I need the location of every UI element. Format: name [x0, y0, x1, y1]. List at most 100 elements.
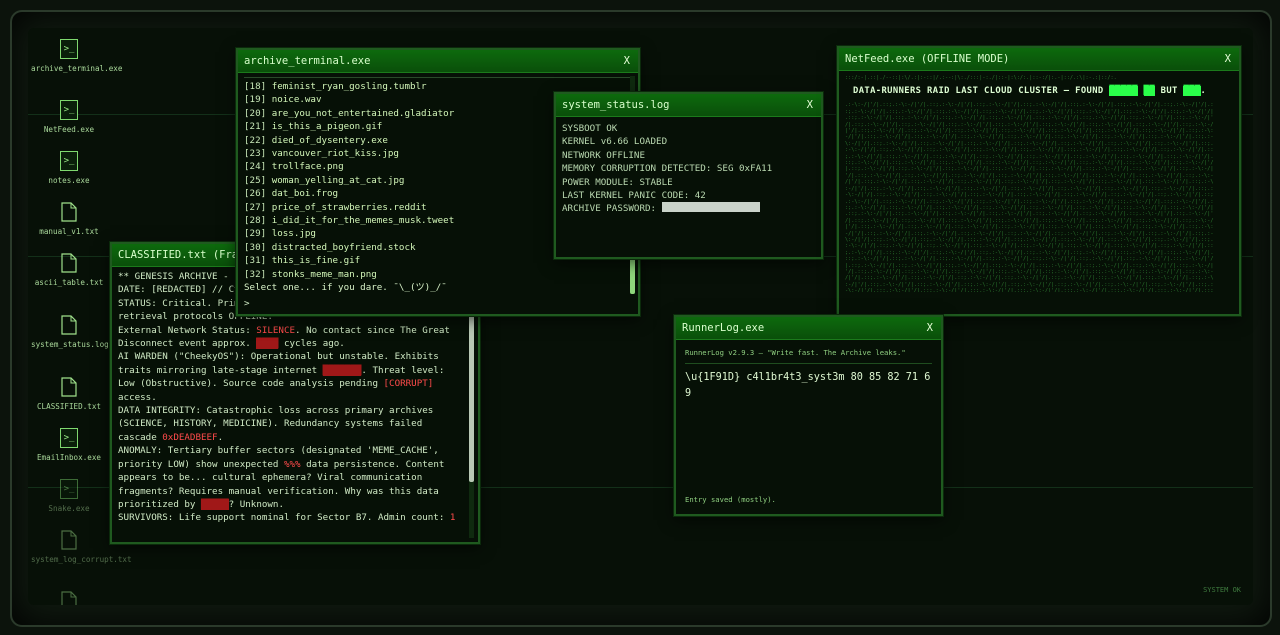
archive-item-index: [27] [244, 201, 267, 213]
desktop-icon-netfeed[interactable]: >_ NetFeed.exe [31, 100, 107, 135]
terminal-icon: >_ [60, 479, 78, 499]
file-icon [60, 377, 78, 397]
file-icon [60, 530, 78, 550]
archive-item-index: [28] [244, 215, 267, 227]
netfeed-window[interactable]: NetFeed.exe (OFFLINE MODE) X :::/:-|.::|… [837, 46, 1241, 316]
archive-item-name: died_of_dysentery.exe [271, 134, 388, 146]
noise-block: .:-\:-/|'/|.::;.:-\:-/|'/|.::;.:-\:-/|'/… [845, 102, 1214, 293]
close-button[interactable]: X [624, 50, 630, 72]
archive-item-name: this_is_fine.gif [271, 255, 361, 267]
desktop-icon-label: archive_terminal.exe [31, 64, 123, 73]
close-button[interactable]: X [927, 317, 933, 339]
window-title: RunnerLog.exe [682, 322, 765, 334]
system-status-titlebar[interactable]: system_status.log X [556, 94, 821, 117]
system-status-content: SYSBOOT OK KERNEL v6.66 LOADED NETWORK O… [556, 117, 821, 257]
system-ok-indicator: SYSTEM OK [1203, 586, 1241, 594]
desktop-icon-ascii-table[interactable]: ascii_table.txt [31, 253, 107, 288]
desktop-icon-partial[interactable] [31, 591, 107, 605]
archive-item-name: loss.jpg [271, 228, 316, 240]
archive-item-index: [18] [244, 81, 267, 92]
desktop-icon-system-status[interactable]: system_status.log [31, 315, 109, 350]
desktop-icon-label: notes.exe [48, 176, 90, 185]
password-line: ARCHIVE PASSWORD: [562, 202, 815, 215]
terminal-icon: >_ [60, 100, 78, 120]
password-redaction [661, 202, 760, 213]
file-icon [60, 253, 78, 273]
status-line: MEMORY CORRUPTION DETECTED: SEG 0xFA11 [562, 163, 773, 175]
close-button[interactable]: X [807, 94, 813, 116]
desktop-icon-snake[interactable]: >_ Snake.exe [31, 479, 107, 514]
desktop-icon-label: system_status.log [31, 340, 109, 349]
status-line: LAST KERNEL PANIC CODE: 42 [562, 190, 706, 202]
terminal-icon: >_ [60, 39, 78, 59]
desktop-icon-manual[interactable]: manual_v1.txt [31, 202, 107, 237]
desktop-icon-system-log-corrupt[interactable]: system_log_corrupt.txt [31, 530, 132, 565]
window-title: archive_terminal.exe [244, 55, 371, 67]
archive-item-name: trollface.png [271, 161, 344, 173]
archive-item-index: [25] [244, 174, 267, 186]
classified-survivors: SURVIVORS: Life support nominal for Sect… [118, 512, 456, 524]
classified-warden: AI WARDEN ("CheekyOS"): Operational but … [118, 351, 445, 403]
archive-item-index: [26] [244, 188, 267, 200]
clipped-row [244, 73, 632, 78]
file-icon [60, 591, 78, 605]
archive-item-index: [32] [244, 268, 267, 280]
archive-item-name: price_of_strawberries.reddit [271, 201, 427, 213]
archive-item-index: [20] [244, 107, 267, 119]
desktop-icon-archive-terminal[interactable]: >_ archive_terminal.exe [31, 39, 122, 74]
desktop-icon-label: EmailInbox.exe [36, 453, 101, 462]
archive-item-index: [31] [244, 255, 267, 267]
scroll-thumb[interactable] [469, 314, 474, 482]
desktop-icon-email-inbox[interactable]: >_ EmailInbox.exe [31, 428, 107, 463]
archive-prompt: Select one... if you dare. ¯\_(ツ)_/¯ [244, 282, 447, 294]
archive-item-name: stonks_meme_man.png [271, 268, 377, 280]
archive-item-name: i_did_it_for_the_memes_musk.tweet [271, 215, 455, 227]
classified-network: External Network Status: SILENCE. No con… [118, 324, 450, 350]
archive-item-name: vancouver_riot_kiss.jpg [271, 148, 399, 160]
desktop-icon-classified[interactable]: CLASSIFIED.txt [31, 377, 107, 412]
archive-item-name: dat_boi.frog [271, 188, 339, 200]
archive-item-index: [22] [244, 134, 267, 146]
archive-input-line[interactable]: > [244, 297, 632, 310]
archive-item-index: [24] [244, 161, 267, 173]
archive-item-name: noice.wav [271, 94, 322, 106]
archive-item[interactable]: [32] stonks_meme_man.png [244, 268, 632, 281]
runnerlog-titlebar[interactable]: RunnerLog.exe X [676, 317, 941, 340]
window-title: system_status.log [562, 99, 670, 111]
file-icon [60, 202, 78, 222]
netfeed-titlebar[interactable]: NetFeed.exe (OFFLINE MODE) X [839, 48, 1239, 71]
window-title: NetFeed.exe (OFFLINE MODE) [845, 53, 1010, 65]
desktop-icon-notes[interactable]: >_ notes.exe [31, 151, 107, 186]
archive-item-index: [29] [244, 228, 267, 240]
desktop-icon-label: NetFeed.exe [43, 125, 95, 134]
archive-item-name: woman_yelling_at_cat.jpg [271, 174, 405, 186]
netfeed-headline: DATA-RUNNERS RAID LAST CLOUD CLUSTER — F… [853, 86, 1207, 96]
runnerlog-content: RunnerLog v2.9.3 — "Write fast. The Arch… [676, 340, 941, 514]
runnerlog-window[interactable]: RunnerLog.exe X RunnerLog v2.9.3 — "Writ… [674, 315, 943, 516]
status-line: NETWORK OFFLINE [562, 149, 645, 161]
terminal-icon: >_ [60, 151, 78, 171]
terminal-icon: >_ [60, 428, 78, 448]
archive-terminal-titlebar[interactable]: archive_terminal.exe X [238, 50, 638, 73]
classified-anomaly: ANOMALY: Tertiary buffer sectors (design… [118, 445, 445, 510]
close-button[interactable]: X [1225, 48, 1231, 70]
input-caret: > [244, 297, 250, 309]
runnerlog-footer: Entry saved (mostly). [685, 494, 776, 504]
status-line: KERNEL v6.66 LOADED [562, 136, 668, 148]
desktop-icon-label: Snake.exe [48, 504, 90, 513]
desktop-icon-label: system_log_corrupt.txt [31, 555, 132, 564]
archive-item-index: [19] [244, 94, 267, 106]
desktop-icon-label: CLASSIFIED.txt [36, 402, 101, 411]
runnerlog-entry[interactable]: \u{1F91D} c4l1br4t3_syst3m 80 85 82 71 6… [685, 370, 932, 401]
classified-scrollbar[interactable] [469, 314, 474, 538]
noise-band: :::/:-|.::|./--::|:\/.:|:-::|/.:--:|\:./… [845, 75, 1117, 81]
archive-item-name: is_this_a_pigeon.gif [271, 121, 383, 133]
netfeed-content: :::/:-|.::|./--::|:\/.:|:-::|/.:--:|\:./… [839, 71, 1239, 314]
archive-item-name: are_you_not_entertained.gladiator [271, 107, 455, 119]
archive-item-name: feminist_ryan_gosling.tumblr [271, 81, 427, 92]
status-line: POWER MODULE: STABLE [562, 176, 673, 188]
archive-item-index: [30] [244, 241, 267, 253]
file-icon [60, 315, 78, 335]
runnerlog-header: RunnerLog v2.9.3 — "Write fast. The Arch… [685, 346, 932, 365]
system-status-window[interactable]: system_status.log X SYSBOOT OK KERNEL v6… [554, 92, 823, 259]
